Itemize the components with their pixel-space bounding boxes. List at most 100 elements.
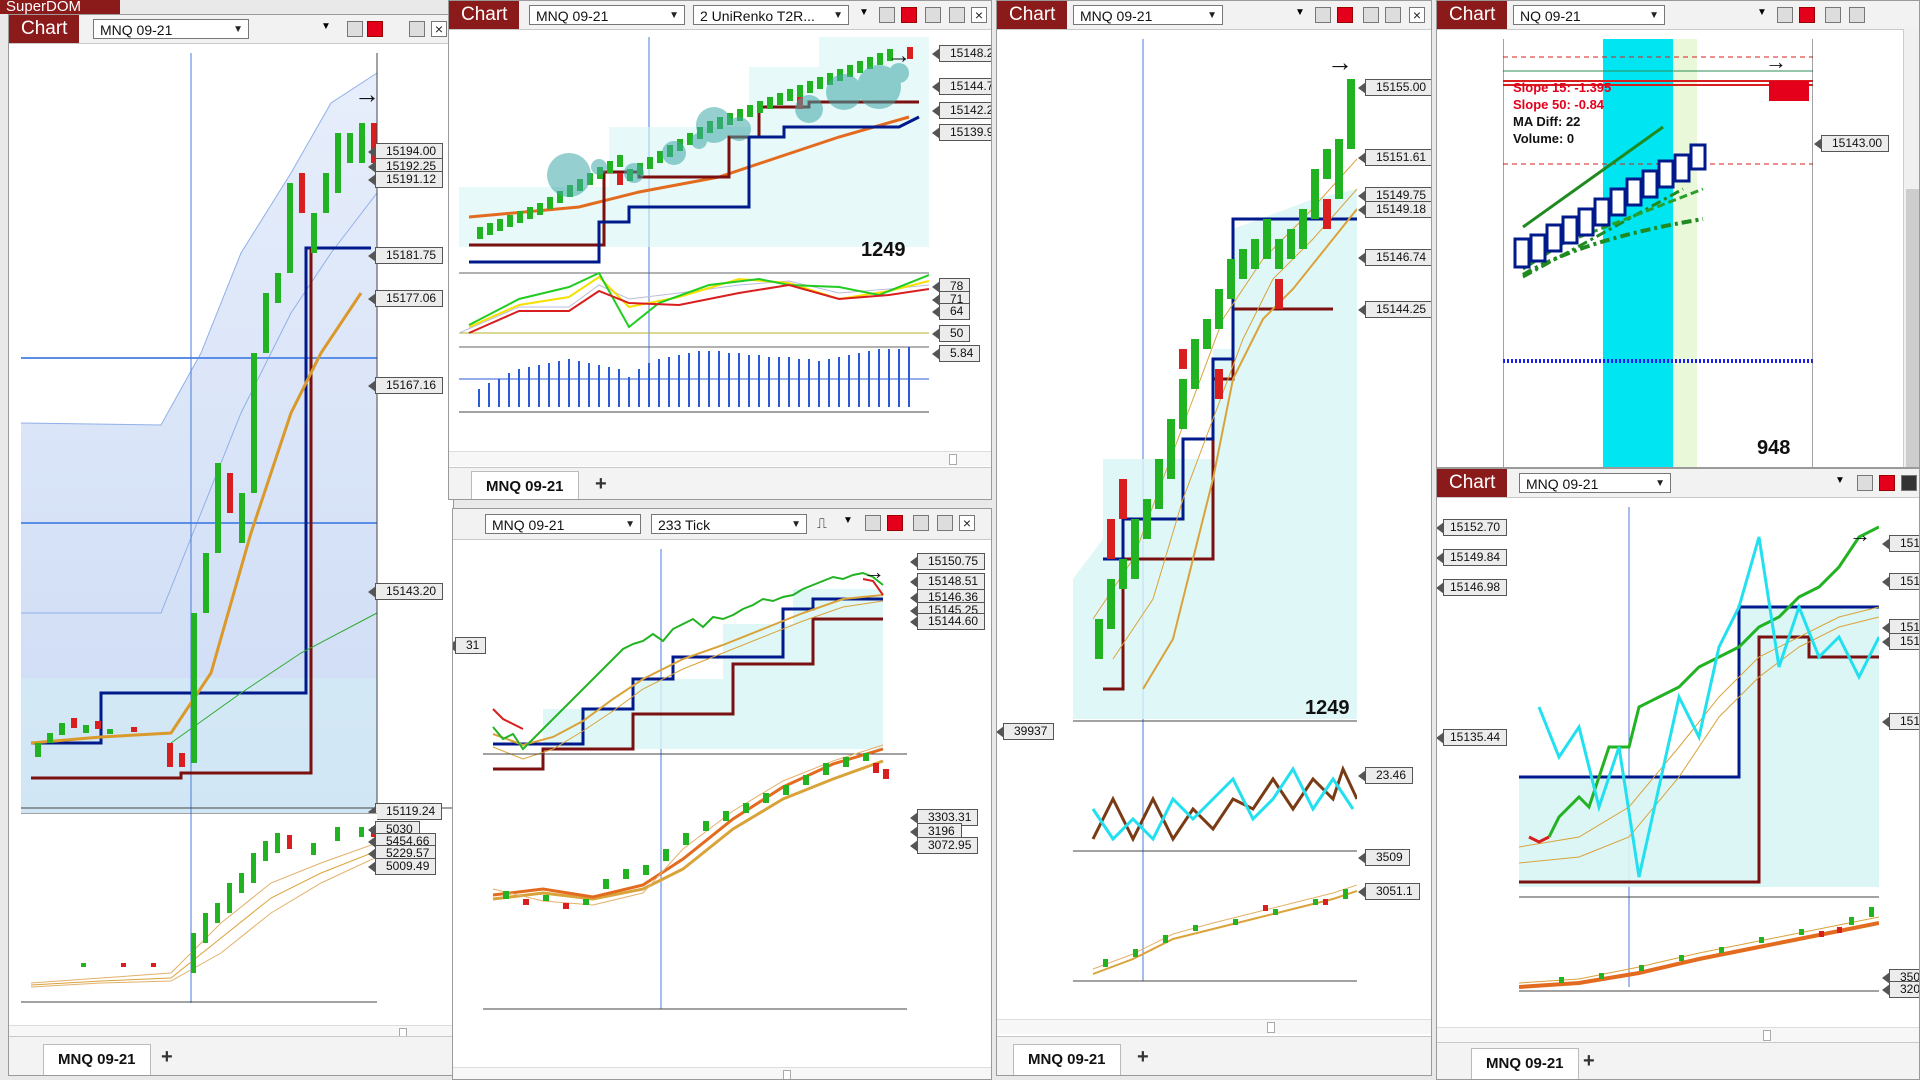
instrument-selector[interactable]: MNQ 09-21 ▼	[529, 5, 685, 25]
tab-instrument[interactable]: MNQ 09-21	[1013, 1044, 1121, 1075]
color-button[interactable]	[887, 515, 903, 531]
window-titlebar[interactable]: MNQ 09-21 ▼ 233 Tick ▼ ⎍ ▼ ×	[453, 509, 991, 540]
chart-style-icon[interactable]: ⎍	[817, 515, 833, 531]
indicator-label: 3072.95	[909, 837, 979, 854]
price-chart[interactable]: →	[1519, 507, 1879, 997]
instrument-selector[interactable]: MNQ 09-21 ▼	[485, 514, 641, 534]
chart-menu-icon[interactable]: ▼	[1295, 7, 1311, 23]
add-tab-button[interactable]: +	[161, 1046, 173, 1069]
price-label: 15150	[1881, 573, 1919, 590]
window-titlebar[interactable]: Chart NQ 09-21 ▼ ▼	[1437, 1, 1919, 30]
tab-bar: MNQ 09-21 +	[9, 1036, 453, 1075]
close-button[interactable]: ×	[431, 21, 447, 37]
color-button[interactable]	[1799, 7, 1815, 23]
tab-instrument[interactable]: MNQ 09-21	[471, 471, 579, 499]
minimize-button[interactable]	[1857, 475, 1873, 491]
horizontal-scrollbar[interactable]	[453, 1067, 991, 1079]
chart-menu-icon[interactable]: ▼	[321, 21, 337, 37]
renko-chart[interactable]: →	[459, 37, 929, 417]
tick-chart[interactable]: →	[483, 549, 907, 1049]
tab-bar: MNQ 09-21 +	[1437, 1042, 1919, 1079]
horizontal-scrollbar[interactable]	[1437, 1027, 1919, 1042]
restore-button[interactable]	[925, 7, 941, 23]
instrument-selector[interactable]: MNQ 09-21 ▼	[1519, 473, 1671, 493]
tab-bar: MNQ 09-21 +	[449, 467, 991, 499]
close-button[interactable]: ×	[959, 515, 975, 531]
chart-window-2: Chart MNQ 09-21 ▼ 2 UniRenko T2R... ▼ ▼ ×	[448, 0, 992, 500]
chart-window-6: Chart MNQ 09-21 ▼ ▼ → 15152.70 15149.84 1…	[1436, 468, 1920, 1080]
price-label: 15167.16	[367, 377, 444, 394]
chart-title: Chart	[9, 15, 80, 43]
chart-title: Chart	[449, 1, 520, 29]
add-tab-button[interactable]: +	[1583, 1050, 1595, 1073]
maximize-button[interactable]	[1385, 7, 1401, 23]
color-button[interactable]	[367, 21, 383, 37]
chevron-down-icon: ▼	[1207, 10, 1217, 21]
price-label: 15144.25	[1357, 301, 1431, 318]
restore-button[interactable]	[1901, 475, 1917, 491]
price-chart[interactable]: →	[1073, 39, 1357, 987]
minimize-button[interactable]	[879, 7, 895, 23]
window-titlebar[interactable]: Chart MNQ 09-21 ▼ ▼ ×	[997, 1, 1431, 30]
chevron-down-icon: ▼	[791, 519, 801, 530]
price-label: 15146.98	[1437, 579, 1508, 596]
horizontal-scrollbar[interactable]	[997, 1019, 1431, 1034]
price-label: 15148.25	[931, 45, 991, 62]
bar-type-selector[interactable]: 233 Tick ▼	[651, 514, 807, 534]
chart-menu-icon[interactable]: ▼	[843, 515, 859, 531]
indicator-label: 23.46	[1357, 767, 1414, 784]
bar-type-selector[interactable]: 2 UniRenko T2R... ▼	[693, 5, 849, 25]
window-titlebar[interactable]: Chart MNQ 09-21 ▼ ▼	[1437, 469, 1919, 498]
instrument-selector[interactable]: NQ 09-21 ▼	[1513, 5, 1665, 25]
indicator-label: 3051.1	[1358, 883, 1420, 900]
lower-indicator[interactable]	[21, 813, 377, 1003]
horizontal-scrollbar[interactable]	[449, 451, 991, 466]
tab-instrument[interactable]: MNQ 09-21	[1471, 1048, 1579, 1079]
instrument-selector[interactable]: MNQ 09-21 ▼	[1073, 5, 1223, 25]
restore-button[interactable]	[1825, 7, 1841, 23]
svg-text:→: →	[354, 79, 380, 109]
maximize-button[interactable]	[937, 515, 953, 531]
superdom-title: SuperDOM	[6, 0, 82, 14]
minimize-button[interactable]	[1777, 7, 1793, 23]
instrument-selector[interactable]: MNQ 09-21 ▼	[93, 19, 249, 39]
add-tab-button[interactable]: +	[595, 473, 607, 496]
stats-panel: Slope 15: -1.395 Slope 50: -0.84 MA Diff…	[1513, 79, 1611, 147]
tab-instrument[interactable]: MNQ 09-21	[43, 1044, 151, 1075]
close-button[interactable]: ×	[971, 7, 987, 23]
chart-title: Chart	[1437, 469, 1508, 497]
window-titlebar[interactable]: Chart MNQ 09-21 ▼ ▼ ×	[9, 15, 453, 44]
chart-title: Chart	[997, 1, 1068, 29]
color-button[interactable]	[1879, 475, 1895, 491]
price-label: 15181.75	[367, 247, 444, 264]
minimize-button[interactable]	[865, 515, 881, 531]
price-label: 15144.60	[909, 613, 986, 630]
restore-button[interactable]	[1363, 7, 1379, 23]
price-label: 15155.00	[1357, 79, 1431, 96]
indicator-label: 50	[931, 325, 971, 342]
slope-50: Slope 50: -0.84	[1513, 97, 1605, 112]
add-tab-button[interactable]: +	[1137, 1046, 1149, 1069]
restore-button[interactable]	[913, 515, 929, 531]
minimize-button[interactable]	[347, 21, 363, 37]
tab-bar: MNQ 09-21 +	[997, 1036, 1431, 1075]
maximize-button[interactable]	[409, 21, 425, 37]
chart-menu-icon[interactable]: ▼	[1835, 475, 1851, 491]
close-button[interactable]: ×	[1409, 7, 1425, 23]
indicator-label: 64	[931, 303, 971, 320]
price-label: 15143.00	[1813, 135, 1890, 152]
maximize-button[interactable]	[949, 7, 965, 23]
window-titlebar[interactable]: Chart MNQ 09-21 ▼ 2 UniRenko T2R... ▼ ▼ ×	[449, 1, 991, 30]
svg-text:→: →	[1765, 49, 1787, 74]
chart-window-1: Chart MNQ 09-21 ▼ ▼ × → 15194.00 15192.2…	[8, 14, 454, 1076]
vertical-scrollbar[interactable]	[1903, 29, 1919, 467]
bar-count: 1249	[1305, 697, 1350, 719]
svg-text:→: →	[1327, 47, 1353, 77]
maximize-button[interactable]	[1849, 7, 1865, 23]
price-label: 15177.06	[367, 290, 444, 307]
minimize-button[interactable]	[1315, 7, 1331, 23]
color-button[interactable]	[901, 7, 917, 23]
color-button[interactable]	[1337, 7, 1353, 23]
chart-menu-icon[interactable]: ▼	[1757, 7, 1773, 23]
chart-menu-icon[interactable]: ▼	[859, 7, 875, 23]
